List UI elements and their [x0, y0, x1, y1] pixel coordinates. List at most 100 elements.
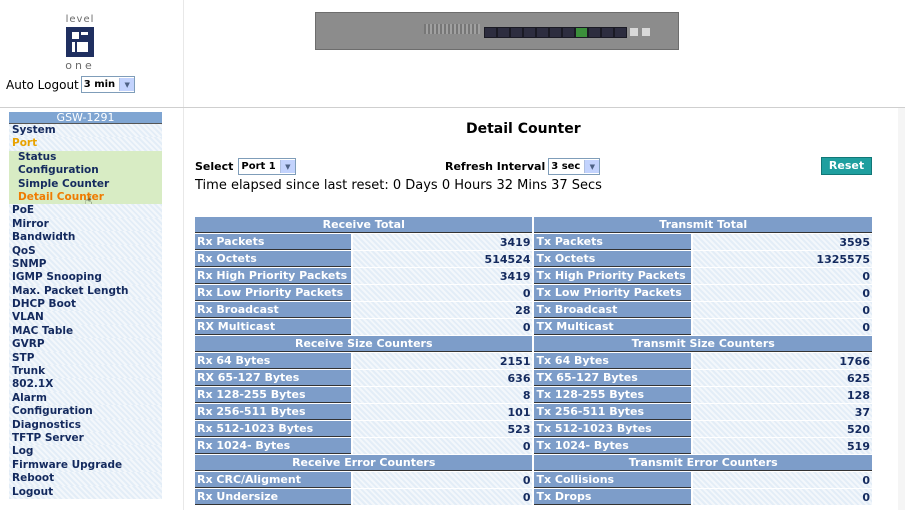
port-icon	[497, 27, 510, 38]
sidebar-item[interactable]: Detail Counter ☝	[9, 190, 162, 208]
counter-label: Tx 128-255 Bytes	[534, 387, 691, 403]
counter-value: 3419	[353, 268, 533, 284]
counter-label: Tx 64 Bytes	[534, 353, 691, 369]
sidebar-item[interactable]: Alarm	[9, 391, 162, 406]
led-grid	[424, 24, 480, 34]
sidebar-item[interactable]: Port	[9, 137, 162, 151]
counter-label: Rx 1024- Bytes	[195, 438, 352, 454]
refresh-interval-select[interactable]: 3 sec ▼	[548, 158, 601, 175]
counter-label: Rx 128-255 Bytes	[195, 387, 352, 403]
counter-value: 0	[692, 302, 872, 318]
port-select-label: Select	[195, 160, 234, 173]
table-row: Rx Low Priority Packets 0 Tx Low Priority …	[195, 285, 872, 301]
sidebar-item[interactable]: DHCP Boot	[9, 298, 162, 312]
counter-value: 101	[353, 404, 533, 420]
port-icon	[523, 27, 536, 38]
sidebar-item-label: IGMP Snooping	[12, 271, 102, 284]
table-row: Rx Broadcast 28 Tx Broadcast 0	[195, 302, 872, 318]
table-row: Rx Octets 514524 Tx Octets 1325575	[195, 251, 872, 267]
counter-label: Rx Low Priority Packets	[195, 285, 352, 301]
logo-bottom-text: one	[65, 59, 95, 72]
sidebar-item-label: Firmware Upgrade	[12, 458, 123, 471]
sidebar-item[interactable]: Trunk	[9, 365, 162, 379]
table-row: Rx CRC/Aligment 0 Tx Collisions 0	[195, 472, 872, 488]
auto-logout-value: 3 min	[83, 79, 116, 90]
section-header-row: Receive Total Transmit Total	[195, 217, 872, 233]
section-header: Transmit Error Counters	[534, 455, 872, 471]
counter-label: Rx 64 Bytes	[195, 353, 352, 369]
counter-label: Tx Broadcast	[534, 302, 691, 318]
scrollbar[interactable]	[898, 108, 905, 510]
port-select[interactable]: Port 1 ▼	[238, 158, 296, 175]
counter-value: 8	[353, 387, 533, 403]
sidebar-item-label: Configuration	[12, 405, 93, 418]
counter-value: 2151	[353, 353, 533, 369]
sidebar-item[interactable]: Log	[9, 445, 162, 459]
table-row: Rx 64 Bytes 2151 Tx 64 Bytes 1766	[195, 353, 872, 369]
port-icon	[484, 27, 497, 38]
sidebar-item[interactable]: Bandwidth	[9, 231, 162, 245]
levelone-logo: level one	[50, 14, 110, 72]
sidebar-item[interactable]: QoS	[9, 244, 162, 258]
section-header: Receive Error Counters	[195, 455, 533, 471]
sidebar-item-label: 802.1X	[12, 378, 54, 391]
counter-value: 0	[353, 472, 533, 488]
counter-value: 0	[692, 489, 872, 505]
counter-value: 636	[353, 370, 533, 386]
sidebar-item[interactable]: SNMP	[9, 257, 162, 272]
logo-mark-icon	[66, 27, 94, 57]
refresh-interval-label: Refresh Interval	[445, 160, 546, 173]
sidebar-item[interactable]: Logout	[9, 485, 162, 499]
sidebar-item[interactable]: Status	[9, 150, 162, 165]
section-header: Receive Size Counters	[195, 336, 533, 352]
port-icon	[575, 27, 588, 38]
sidebar-item[interactable]: Mirror	[9, 217, 162, 232]
sidebar-item-label: TFTP Server	[12, 431, 84, 444]
sidebar-item[interactable]: Reboot	[9, 472, 162, 486]
port-icon	[562, 27, 575, 38]
counter-label: Rx 256-511 Bytes	[195, 404, 352, 420]
counter-label: Tx Octets	[534, 251, 691, 267]
sidebar-item[interactable]: Configuration	[9, 164, 162, 178]
sidebar-item[interactable]: Max. Packet Length	[9, 284, 162, 299]
chevron-down-icon: ▼	[279, 160, 295, 173]
sidebar-item[interactable]: VLAN	[9, 311, 162, 325]
sidebar-item[interactable]: TFTP Server	[9, 431, 162, 446]
sidebar-item-label: Logout	[12, 485, 54, 498]
sidebar-item[interactable]: Simple Counter	[9, 177, 162, 191]
counter-table: Receive Total Transmit Total Rx Packets 341…	[193, 216, 874, 506]
sidebar-item-label: DHCP Boot	[12, 298, 77, 311]
frame-divider	[183, 0, 184, 510]
port-icon	[549, 27, 562, 38]
counter-value: 0	[353, 319, 533, 335]
sidebar-item[interactable]: IGMP Snooping	[9, 271, 162, 285]
sidebar-item[interactable]: Firmware Upgrade	[9, 458, 162, 473]
refresh-interval-row: Refresh Interval 3 sec ▼	[445, 158, 601, 175]
port-icon	[536, 27, 549, 38]
sidebar-item[interactable]: STP	[9, 351, 162, 366]
sidebar-item-label: Port	[12, 137, 38, 150]
counter-label: Tx Drops	[534, 489, 691, 505]
sfp-slot-icon	[630, 28, 638, 36]
sidebar-item[interactable]: GVRP	[9, 338, 162, 352]
sidebar-item[interactable]: 802.1X	[9, 378, 162, 392]
counter-value: 0	[353, 285, 533, 301]
sidebar-item[interactable]: Configuration	[9, 405, 162, 419]
sidebar-item-label: MAC Table	[12, 324, 74, 337]
sidebar-item-label: Alarm	[12, 391, 47, 404]
counter-value: 0	[353, 489, 533, 505]
section-header-row: Receive Error Counters Transmit Error Cou…	[195, 455, 872, 471]
counter-label: Rx 512-1023 Bytes	[195, 421, 352, 437]
counter-label: Tx High Priority Packets	[534, 268, 691, 284]
counter-value: 3419	[353, 234, 533, 250]
reset-button[interactable]: Reset	[821, 157, 872, 175]
counter-value: 0	[353, 438, 533, 454]
auto-logout-select[interactable]: 3 min ▼	[80, 76, 136, 93]
sidebar-item[interactable]: MAC Table	[9, 324, 162, 339]
auto-logout-label: Auto Logout	[6, 77, 79, 92]
sidebar-item[interactable]: System	[9, 124, 162, 138]
sidebar-item-label: Diagnostics	[12, 418, 81, 431]
sidebar-item[interactable]: PoE	[9, 204, 162, 218]
sidebar-item[interactable]: Diagnostics	[9, 418, 162, 432]
counter-value: 0	[692, 319, 872, 335]
